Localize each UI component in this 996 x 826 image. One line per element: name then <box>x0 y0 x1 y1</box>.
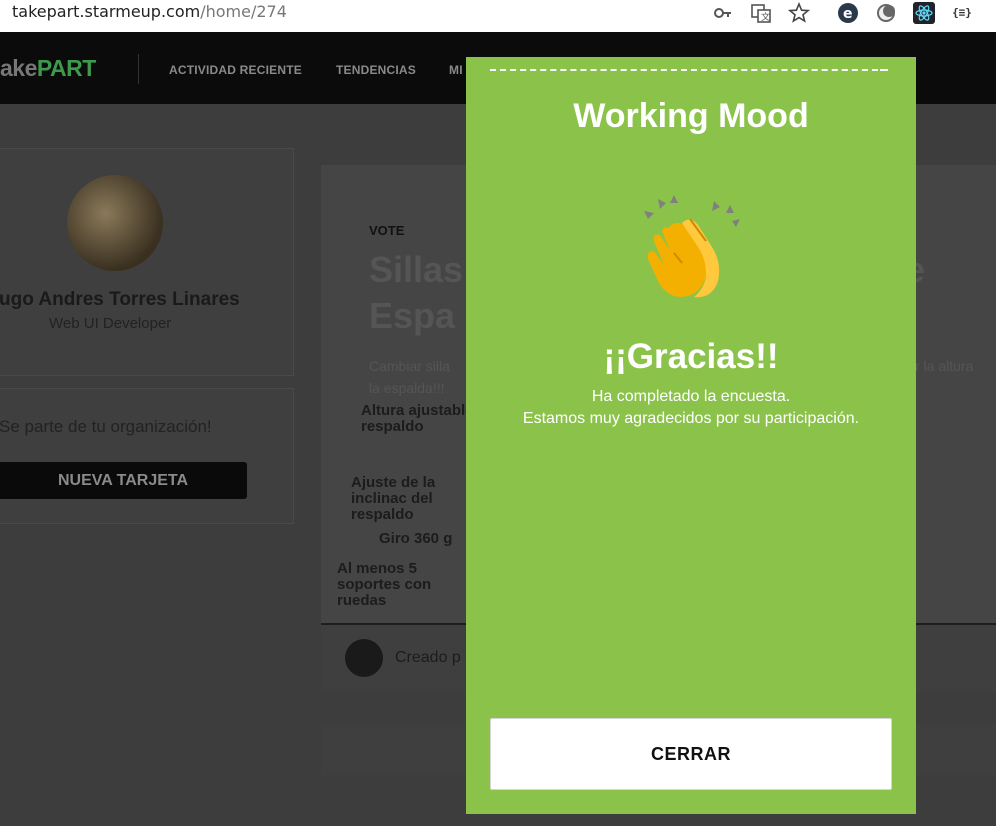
star-icon[interactable] <box>788 2 810 24</box>
svg-text:文: 文 <box>761 11 770 23</box>
post-desc-tail: r la altura <box>915 358 974 374</box>
organization-card: Se parte de tu organización! NUEVA TARJE… <box>0 388 294 524</box>
vote-tag: VOTE <box>369 223 405 238</box>
thanks-heading: ¡¡Gracias!! <box>603 337 779 376</box>
working-mood-modal: Working Mood ¡¡Gracias!! Ha completado l… <box>466 57 916 814</box>
url-path: /home/274 <box>200 2 287 21</box>
post-desc-line1: Cambiar silla <box>369 358 450 374</box>
image-label-giro: Giro 360 g <box>379 530 453 547</box>
image-label-soportes: Al menos 5 soportes con ruedas <box>337 560 432 609</box>
post-title-line2: Espa <box>369 295 456 336</box>
post-created-by: Creado p <box>395 649 461 666</box>
gratitude-text: Estamos muy agradecidos por su participa… <box>522 410 860 427</box>
extension-e-icon[interactable]: e <box>837 2 859 24</box>
modal-title: Working Mood <box>573 97 809 135</box>
translate-icon[interactable]: 文 <box>750 2 772 24</box>
organization-text: Se parte de tu organización! <box>0 417 212 436</box>
nav-link-tendencias[interactable]: TENDENCIAS <box>336 63 416 77</box>
key-icon[interactable] <box>712 2 734 24</box>
progress-dashes <box>490 69 888 71</box>
extension-moon-icon[interactable] <box>875 2 897 24</box>
post-desc-line2: la espalda!!! <box>369 380 445 396</box>
progress-end <box>880 69 888 71</box>
svg-text:e: e <box>843 6 853 22</box>
new-card-button[interactable]: NUEVA TARJETA <box>0 462 247 499</box>
browser-address-bar: takepart.starmeup.com/home/274 文 e {≡} <box>0 0 996 32</box>
survey-completed-text: Ha completado la encuesta. <box>591 388 791 405</box>
image-label-ajuste: Ajuste de la inclinac del respaldo <box>351 474 436 523</box>
profile-name[interactable]: ugo Andres Torres Linares <box>0 289 240 311</box>
post-title-line1: Sillas <box>369 249 464 290</box>
close-button[interactable]: CERRAR <box>490 718 892 790</box>
nav-link-actividad-reciente[interactable]: ACTIVIDAD RECIENTE <box>169 63 302 77</box>
profile-role: Web UI Developer <box>49 315 172 332</box>
nav-divider <box>138 54 139 84</box>
nav-link-mi[interactable]: MI <box>449 63 463 77</box>
url-host: takepart.starmeup.com <box>12 2 201 21</box>
avatar[interactable] <box>67 175 163 271</box>
extension-react-icon[interactable] <box>913 2 935 24</box>
profile-card: ugo Andres Torres Linares Web UI Develop… <box>0 148 294 376</box>
extension-json-icon[interactable]: {≡} <box>951 2 973 24</box>
author-avatar[interactable] <box>345 639 383 677</box>
takepart-logo[interactable]: akePART <box>0 55 96 82</box>
clapping-hands-icon <box>636 193 746 303</box>
url-bar[interactable]: takepart.starmeup.com/home/274 <box>12 2 287 21</box>
